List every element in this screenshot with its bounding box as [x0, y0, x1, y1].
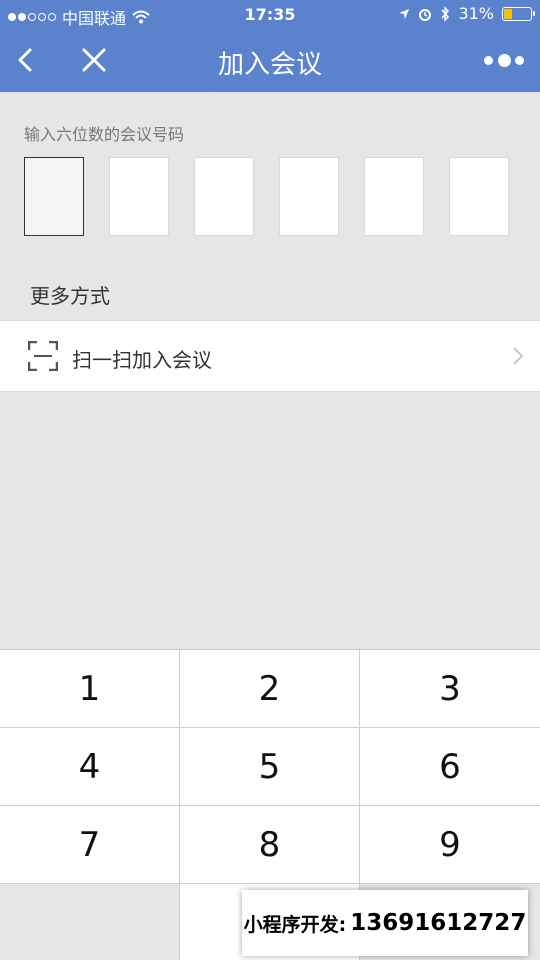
code-digit-box[interactable] [449, 157, 509, 236]
meeting-code-input[interactable] [24, 157, 509, 236]
bluetooth-icon [441, 5, 450, 22]
watermark-phone: 13691612727 [350, 910, 527, 936]
key-6[interactable]: 6 [360, 728, 540, 806]
scan-to-join-label: 扫一扫加入会议 [72, 348, 212, 372]
chevron-right-icon [513, 347, 524, 365]
key-blank [0, 884, 180, 960]
join-meeting-screen: 中国联通 17:35 31% 加入会议 输入六位数的会议号码 更多方式 扫一扫加… [0, 0, 540, 960]
key-4[interactable]: 4 [0, 728, 180, 806]
status-bar: 中国联通 17:35 31% [0, 0, 540, 30]
key-3[interactable]: 3 [360, 650, 540, 728]
code-digit-box[interactable] [279, 157, 339, 236]
code-prompt: 输入六位数的会议号码 [24, 125, 185, 144]
battery-icon [502, 6, 535, 21]
code-digit-box[interactable] [109, 157, 169, 236]
key-7[interactable]: 7 [0, 806, 180, 884]
key-9[interactable]: 9 [360, 806, 540, 884]
key-8[interactable]: 8 [180, 806, 360, 884]
battery-percent: 31% [458, 4, 494, 23]
key-2[interactable]: 2 [180, 650, 360, 728]
page-title: 加入会议 [217, 50, 322, 80]
nav-bar: 加入会议 [0, 30, 540, 92]
key-5[interactable]: 5 [180, 728, 360, 806]
key-1[interactable]: 1 [0, 650, 180, 728]
code-digit-box[interactable] [24, 157, 84, 236]
code-digit-box[interactable] [194, 157, 254, 236]
location-arrow-icon [399, 8, 410, 19]
scan-icon [28, 341, 58, 371]
scan-to-join-row[interactable]: 扫一扫加入会议 [0, 320, 540, 392]
alarm-icon [419, 8, 432, 21]
watermark-banner: 小程序开发: 13691612727 [242, 890, 528, 956]
more-dots-icon[interactable] [484, 50, 524, 70]
more-options-title: 更多方式 [30, 284, 110, 308]
code-digit-box[interactable] [364, 157, 424, 236]
watermark-label: 小程序开发: [243, 913, 347, 936]
